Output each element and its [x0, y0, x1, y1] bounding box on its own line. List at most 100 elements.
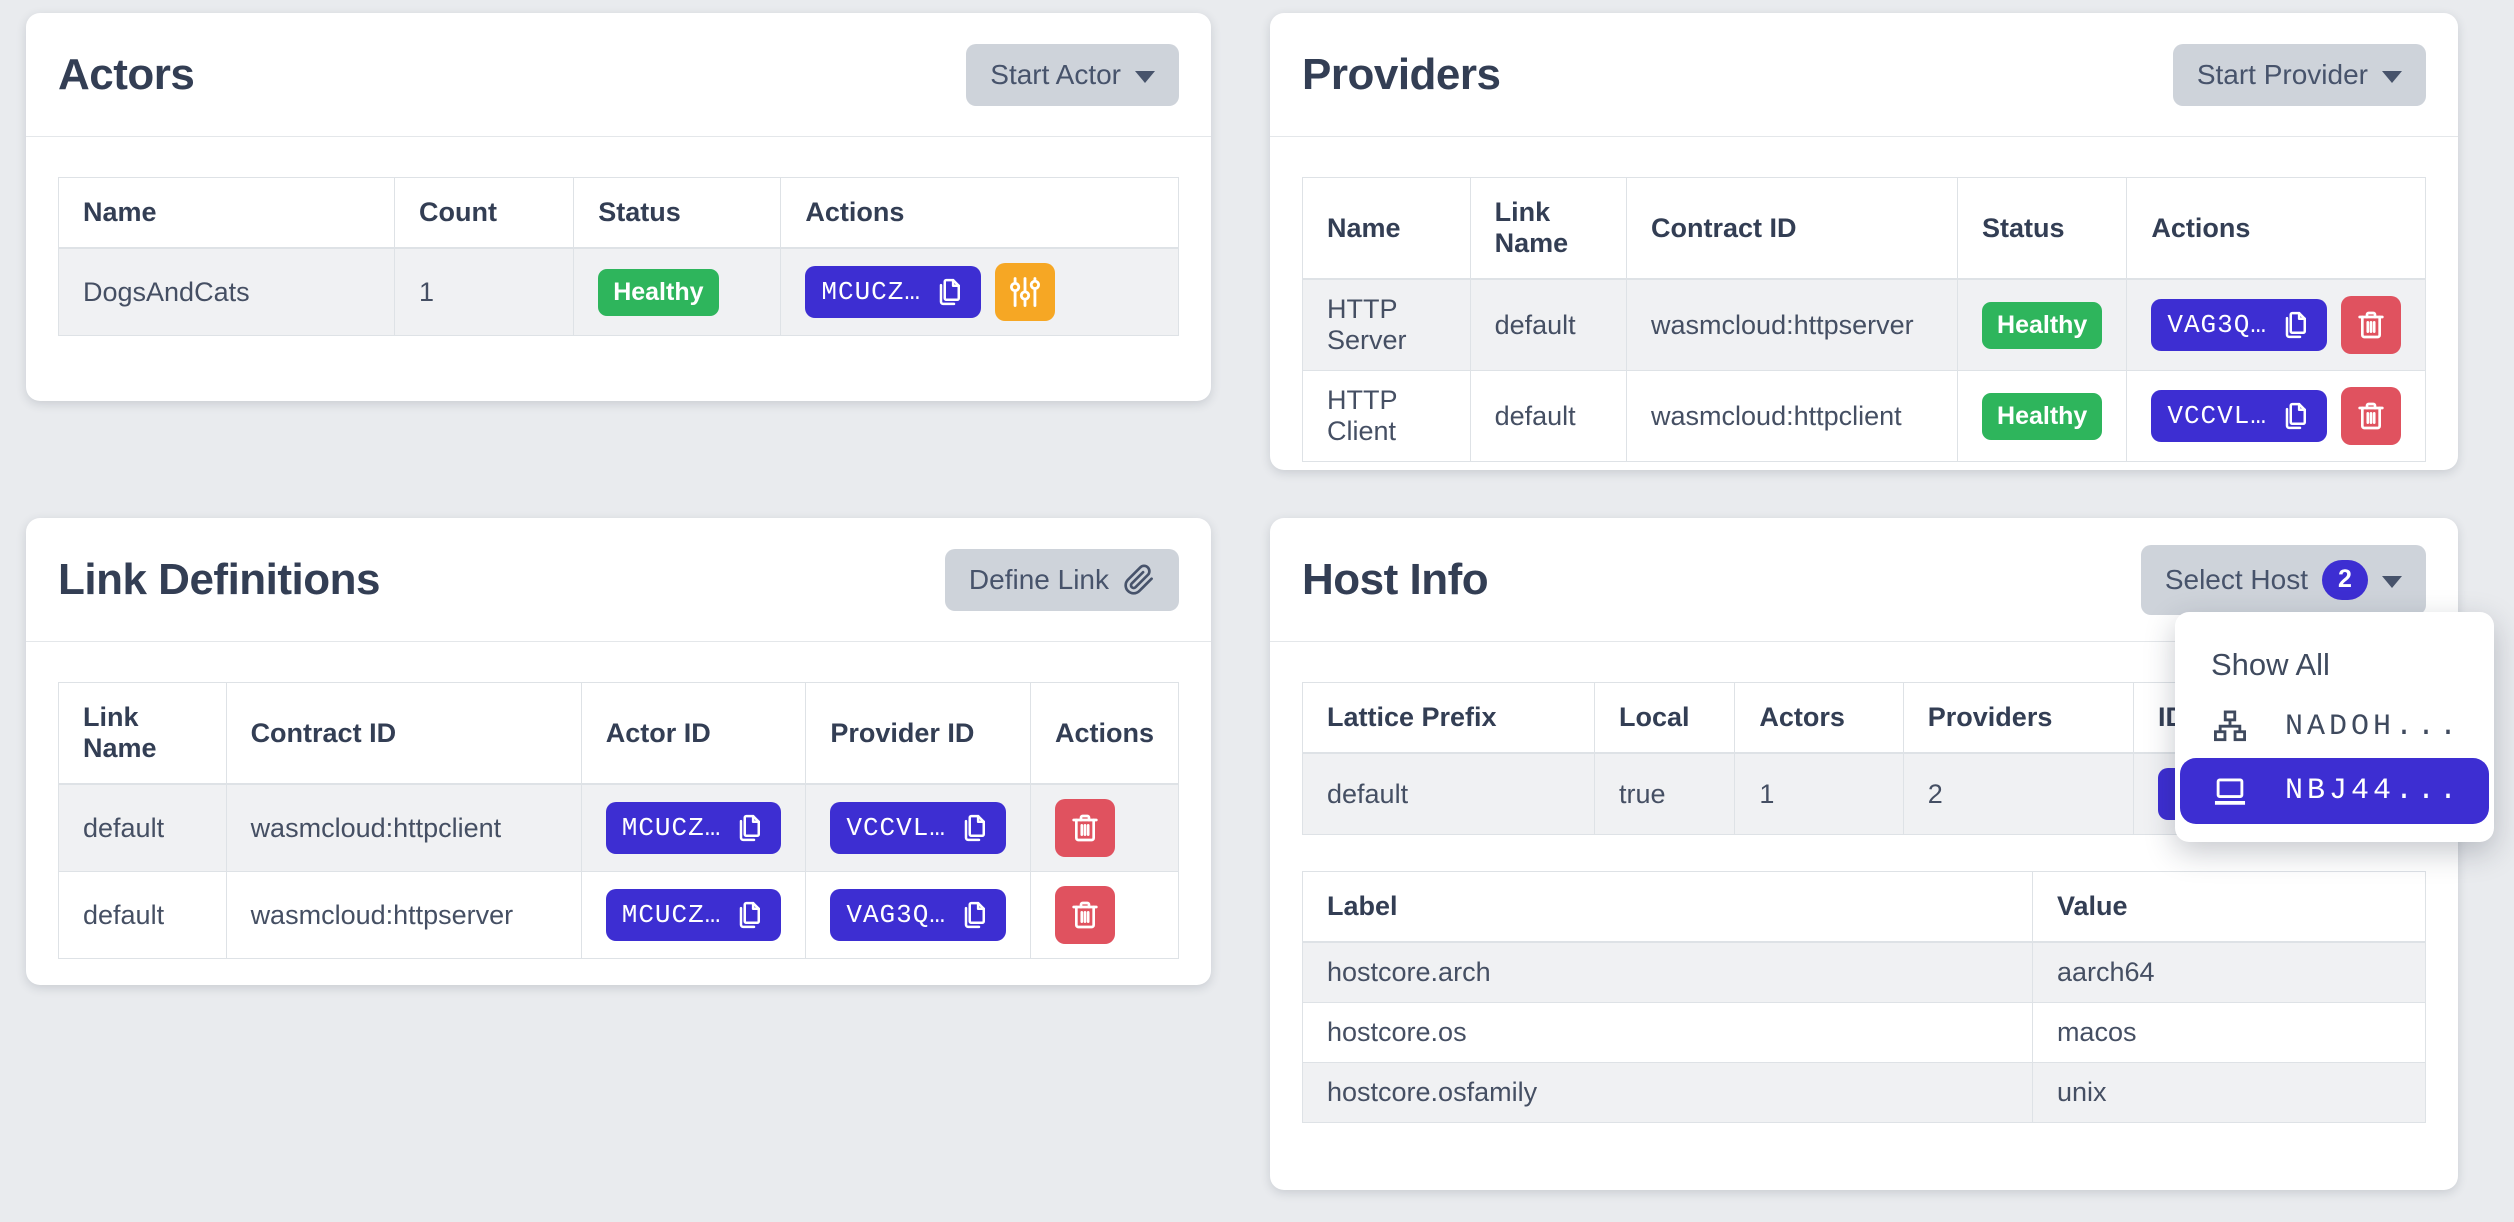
linkdef-link-name: default — [59, 872, 227, 959]
actors-col-count: Count — [395, 178, 574, 249]
host-label-value: macos — [2032, 1003, 2425, 1063]
providers-col-contract: Contract ID — [1627, 178, 1958, 280]
host-count-badge: 2 — [2322, 560, 2368, 600]
status-badge: Healthy — [1982, 393, 2102, 440]
providers-col-linkname: Link Name — [1470, 178, 1626, 280]
table-row: default wasmcloud:httpclient MCUCZ… VCCV… — [59, 784, 1179, 872]
provider-id-copy-button[interactable]: VCCVL… — [2151, 390, 2327, 442]
provider-contract-id: wasmcloud:httpclient — [1627, 371, 1958, 462]
providers-table: Name Link Name Contract ID Status Action… — [1302, 177, 2426, 462]
linkdef-contract-id: wasmcloud:httpserver — [226, 872, 581, 959]
laptop-icon — [2211, 772, 2249, 810]
caret-down-icon — [2382, 576, 2402, 588]
host-label-value: unix — [2032, 1063, 2425, 1123]
table-row: HTTP Client default wasmcloud:httpclient… — [1303, 371, 2426, 462]
labels-col-value: Value — [2032, 872, 2425, 943]
start-actor-button[interactable]: Start Actor — [966, 44, 1179, 106]
provider-contract-id: wasmcloud:httpserver — [1627, 279, 1958, 371]
linkdefs-col-contract: Contract ID — [226, 683, 581, 785]
actor-id-copy-button[interactable]: MCUCZ… — [805, 266, 981, 318]
host-info-panel: Host Info Select Host 2 Lattice Prefix L… — [1270, 518, 2458, 1190]
host-actors-count: 1 — [1735, 753, 1903, 835]
hosts-col-lattice-prefix: Lattice Prefix — [1303, 683, 1595, 754]
delete-linkdef-button[interactable] — [1055, 886, 1115, 944]
provider-name: HTTP Server — [1303, 279, 1471, 371]
provider-id-label: VAG3Q… — [2167, 310, 2267, 340]
host-label: hostcore.arch — [1303, 942, 2033, 1003]
provider-id-label: VCCVL… — [846, 813, 946, 843]
linkdefs-col-linkname: Link Name — [59, 683, 227, 785]
start-actor-label: Start Actor — [990, 59, 1121, 91]
actors-col-status: Status — [574, 178, 781, 249]
actor-id-copy-button[interactable]: MCUCZ… — [606, 802, 782, 854]
provider-id-copy-button[interactable]: VCCVL… — [830, 802, 1006, 854]
scale-actor-button[interactable] — [995, 263, 1055, 321]
actors-title: Actors — [58, 50, 194, 100]
providers-panel: Providers Start Provider Name Link Name … — [1270, 13, 2458, 470]
select-host-button[interactable]: Select Host 2 — [2141, 545, 2426, 615]
dropdown-item-label: NADOH... — [2285, 710, 2461, 744]
status-badge: Healthy — [598, 269, 718, 316]
dropdown-item-show-all[interactable]: Show All — [2175, 634, 2494, 696]
actor-count: 1 — [395, 248, 574, 336]
trash-icon — [2355, 309, 2387, 341]
host-labels-table: Label Value hostcore.arch aarch64 hostco… — [1302, 871, 2426, 1123]
provider-id-label: VCCVL… — [2167, 401, 2267, 431]
status-badge: Healthy — [1982, 302, 2102, 349]
actors-col-actions: Actions — [781, 178, 1179, 249]
link-definitions-panel: Link Definitions Define Link Link Name C… — [26, 518, 1211, 985]
actor-id-label: MCUCZ… — [622, 813, 722, 843]
delete-linkdef-button[interactable] — [1055, 799, 1115, 857]
select-host-dropdown-menu: Show All NADOH... NBJ44... — [2175, 612, 2494, 842]
provider-id-copy-button[interactable]: VAG3Q… — [830, 889, 1006, 941]
hosts-col-local: Local — [1594, 683, 1734, 754]
table-row: HTTP Server default wasmcloud:httpserver… — [1303, 279, 2426, 371]
actor-id-copy-button[interactable]: MCUCZ… — [606, 889, 782, 941]
link-definitions-title: Link Definitions — [58, 555, 380, 605]
hosts-col-providers: Providers — [1903, 683, 2133, 754]
linkdefs-col-actions: Actions — [1030, 683, 1178, 785]
stop-provider-button[interactable] — [2341, 387, 2401, 445]
copy-icon — [735, 900, 765, 930]
copy-icon — [2281, 401, 2311, 431]
dropdown-item-host-nadoh[interactable]: NADOH... — [2175, 696, 2494, 758]
providers-col-actions: Actions — [2127, 178, 2426, 280]
actors-panel-header: Actors Start Actor — [26, 13, 1211, 137]
table-row: hostcore.osfamily unix — [1303, 1063, 2426, 1123]
caret-down-icon — [2382, 71, 2402, 83]
actors-table: Name Count Status Actions DogsAndCats 1 … — [58, 177, 1179, 336]
table-row: DogsAndCats 1 Healthy MCUCZ… — [59, 248, 1179, 336]
host-providers-count: 2 — [1903, 753, 2133, 835]
start-provider-label: Start Provider — [2197, 59, 2368, 91]
caret-down-icon — [1135, 71, 1155, 83]
host-lattice-prefix: default — [1303, 753, 1595, 835]
copy-icon — [2281, 310, 2311, 340]
link-definitions-panel-header: Link Definitions Define Link — [26, 518, 1211, 642]
stop-provider-button[interactable] — [2341, 296, 2401, 354]
actors-col-name: Name — [59, 178, 395, 249]
host-label: hostcore.os — [1303, 1003, 2033, 1063]
provider-id-copy-button[interactable]: VAG3Q… — [2151, 299, 2327, 351]
start-provider-button[interactable]: Start Provider — [2173, 44, 2426, 106]
linkdefs-col-provider: Provider ID — [806, 683, 1031, 785]
providers-col-name: Name — [1303, 178, 1471, 280]
copy-icon — [735, 813, 765, 843]
provider-link-name: default — [1470, 371, 1626, 462]
trash-icon — [2355, 400, 2387, 432]
dropdown-item-host-nbj44[interactable]: NBJ44... — [2180, 758, 2489, 824]
actor-id-label: MCUCZ… — [622, 900, 722, 930]
host-label: hostcore.osfamily — [1303, 1063, 2033, 1123]
trash-icon — [1069, 899, 1101, 931]
link-definitions-table: Link Name Contract ID Actor ID Provider … — [58, 682, 1179, 959]
providers-title: Providers — [1302, 50, 1500, 100]
host-label-value: aarch64 — [2032, 942, 2425, 1003]
define-link-button[interactable]: Define Link — [945, 549, 1179, 611]
paperclip-icon — [1123, 564, 1155, 596]
host-local: true — [1594, 753, 1734, 835]
labels-col-label: Label — [1303, 872, 2033, 943]
providers-panel-header: Providers Start Provider — [1270, 13, 2458, 137]
provider-name: HTTP Client — [1303, 371, 1471, 462]
linkdef-contract-id: wasmcloud:httpclient — [226, 784, 581, 872]
provider-id-label: VAG3Q… — [846, 900, 946, 930]
host-info-title: Host Info — [1302, 555, 1488, 605]
